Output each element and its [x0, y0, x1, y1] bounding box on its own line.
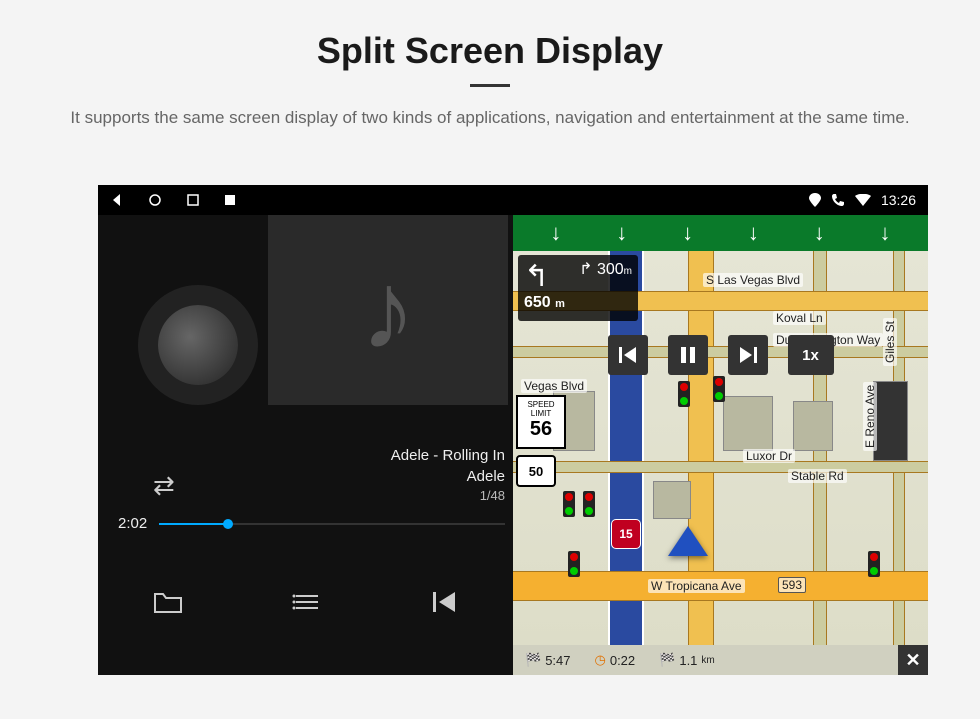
main-turn-distance: 650: [524, 294, 551, 311]
wifi-icon: [855, 194, 871, 206]
status-time: 13:26: [881, 192, 916, 208]
nav-playback-controls: 1x: [608, 335, 834, 375]
main-turn-unit: m: [555, 298, 565, 310]
elapsed-time: 2:02: [118, 515, 147, 532]
lane-arrow-icon: ↓: [682, 220, 693, 246]
playback-progress[interactable]: 2:02: [118, 515, 505, 532]
remaining-dist-unit: km: [701, 655, 714, 666]
route-number: 50: [529, 464, 543, 479]
lane-arrow-icon: ↓: [748, 220, 759, 246]
shuffle-button[interactable]: ⇄: [153, 470, 175, 501]
traffic-light-icon: [583, 491, 595, 517]
road-label: Luxor Dr: [743, 449, 795, 463]
eta-value: 5:47: [545, 653, 570, 668]
screenshot-icon[interactable]: [224, 194, 236, 206]
speed-limit-label: SPEED LIMIT: [518, 400, 564, 418]
road-label: E Reno Ave: [863, 382, 877, 451]
android-status-bar: 13:26: [98, 185, 928, 215]
page-title: Split Screen Display: [50, 30, 930, 72]
next-turn-unit: m: [624, 266, 632, 277]
recent-apps-icon[interactable]: [186, 193, 200, 207]
traffic-light-icon: [678, 381, 690, 407]
track-index: 1/48: [391, 487, 505, 505]
nav-prev-button[interactable]: [608, 335, 648, 375]
speed-limit-sign: SPEED LIMIT 56: [516, 395, 566, 449]
road-label: W Tropicana Ave: [648, 579, 745, 593]
turn-instruction-box: ↰ ↱ 300m 650 m: [518, 255, 638, 321]
building-icon: [723, 396, 773, 451]
back-icon[interactable]: [110, 193, 124, 207]
folder-button[interactable]: [153, 589, 183, 621]
marketing-header: Split Screen Display It supports the sam…: [0, 0, 980, 151]
road-label: 593: [778, 577, 806, 593]
building-icon: [653, 481, 691, 519]
remaining-dist-value: 1.1: [679, 653, 697, 668]
playlist-button[interactable]: [292, 589, 322, 621]
music-player-panel: ♪ ⇄ Adele - Rolling In Adele 1/48 2:02: [98, 185, 513, 675]
traffic-light-icon: [563, 491, 575, 517]
speed-limit-value: 56: [518, 418, 564, 441]
nav-pause-button[interactable]: [668, 335, 708, 375]
joystick-control[interactable]: [158, 305, 238, 385]
building-icon: [793, 401, 833, 451]
road-label: Koval Ln: [773, 311, 826, 325]
road-label: Vegas Blvd: [521, 379, 587, 393]
music-bottom-controls: [98, 575, 513, 635]
phone-icon: [831, 193, 845, 207]
eta-item: 🏁 5:47: [513, 652, 583, 668]
current-position-arrow: [668, 526, 708, 556]
title-underline: [470, 84, 510, 87]
turn-left-icon: ↰: [524, 259, 549, 294]
traffic-light-icon: [568, 551, 580, 577]
interstate-shield: 15: [611, 519, 641, 549]
clock-icon: ◷: [595, 652, 606, 668]
flag-icon: 🏁: [659, 652, 675, 668]
location-icon: [809, 193, 821, 207]
lane-arrow-icon: ↓: [814, 220, 825, 246]
music-note-icon: ♪: [361, 247, 416, 374]
track-artist: Adele: [391, 466, 505, 487]
road-label: Stable Rd: [788, 469, 847, 483]
album-art-placeholder: ♪: [268, 215, 508, 405]
traffic-light-icon: [713, 376, 725, 402]
route-shield: 50: [516, 455, 556, 487]
building-icon: [873, 381, 908, 461]
remaining-distance-item: 🏁 1.1 km: [647, 652, 727, 668]
road-horizontal: [513, 461, 928, 473]
interstate-number: 15: [619, 527, 632, 541]
lane-arrow-icon: ↓: [616, 220, 627, 246]
road-label: Giles St: [883, 318, 897, 366]
lane-arrow-icon: ↓: [880, 220, 891, 246]
lane-arrow-icon: ↓: [550, 220, 561, 246]
speed-multiplier-label: 1x: [802, 347, 819, 364]
next-turn-distance: 300: [597, 261, 624, 278]
speed-multiplier-button[interactable]: 1x: [788, 335, 834, 375]
remaining-time-item: ◷ 0:22: [583, 652, 648, 668]
navigation-panel: ↓ ↓ ↓ ↓ ↓ ↓ S Las: [513, 185, 928, 675]
progress-fill: [159, 523, 228, 525]
home-icon[interactable]: [148, 193, 162, 207]
previous-track-button[interactable]: [431, 589, 459, 621]
progress-handle[interactable]: [223, 519, 233, 529]
nav-next-button[interactable]: [728, 335, 768, 375]
track-title: Adele - Rolling In: [391, 445, 505, 466]
track-info: Adele - Rolling In Adele 1/48: [391, 445, 505, 505]
flag-icon: 🏁: [525, 652, 541, 668]
page-subtitle: It supports the same screen display of t…: [50, 105, 930, 131]
road-label: S Las Vegas Blvd: [703, 273, 803, 287]
remaining-time-value: 0:22: [610, 653, 635, 668]
nav-status-bar: 🏁 5:47 ◷ 0:22 🏁 1.1 km ✕: [513, 645, 928, 675]
close-button[interactable]: ✕: [898, 645, 928, 675]
traffic-light-icon: [868, 551, 880, 577]
progress-track[interactable]: [159, 523, 505, 525]
lane-guidance-bar: ↓ ↓ ↓ ↓ ↓ ↓: [513, 215, 928, 251]
head-unit-screen: 13:26 ♪ ⇄ Adele - Rolling In Adele 1/48 …: [98, 185, 928, 675]
